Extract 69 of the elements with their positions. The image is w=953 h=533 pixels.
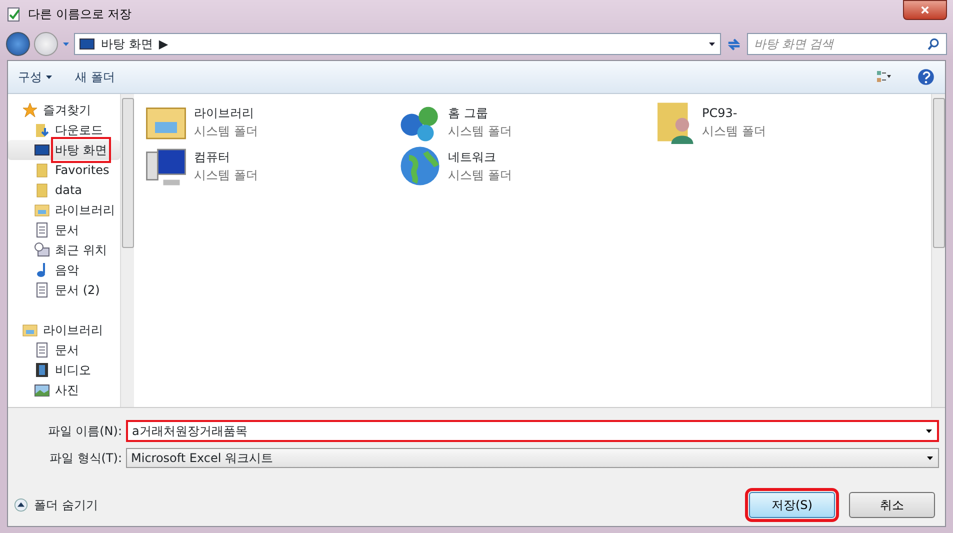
sidebar-item[interactable]: Favorites: [8, 160, 120, 180]
search-placeholder: 바탕 화면 검색: [754, 36, 834, 53]
forward-button[interactable]: [34, 32, 58, 56]
sidebar-item[interactable]: 최근 위치: [8, 240, 120, 260]
filename-field[interactable]: a거래처원장거래품목: [126, 420, 939, 442]
sidebar-item[interactable]: 비디오: [8, 360, 120, 380]
sidebar-item[interactable]: 라이브러리: [8, 320, 120, 340]
sidebar-item[interactable]: 라이브러리: [8, 200, 120, 220]
sidebar-item[interactable]: 사진: [8, 380, 120, 400]
save-document-icon: [6, 6, 22, 22]
search-field[interactable]: 바탕 화면 검색: [747, 33, 947, 55]
breadcrumb-item[interactable]: 바탕 화면: [101, 35, 153, 53]
filetype-dropdown[interactable]: Microsoft Excel 워크시트: [126, 448, 939, 468]
file-name[interactable]: PC93-: [702, 104, 766, 122]
field-label: 파일 이름(N):: [46, 423, 123, 440]
picture-icon: [34, 382, 50, 398]
monitor-icon: [79, 36, 95, 52]
recent-places-icon: [34, 242, 50, 258]
file-type: 시스템 폴더: [194, 123, 258, 140]
library-folder-icon: [34, 202, 50, 218]
back-button[interactable]: [6, 32, 30, 56]
folder-download-icon: [34, 122, 50, 138]
file-name[interactable]: 컴퓨터: [194, 148, 258, 166]
document-icon: [34, 222, 50, 238]
file-type: 시스템 폴더: [194, 167, 258, 184]
file-type: 시스템 폴더: [702, 123, 766, 140]
search-icon: [927, 38, 940, 50]
sidebar-item[interactable]: 문서 (2): [8, 280, 120, 300]
dropdown-arrow-icon: [708, 40, 716, 48]
dropdown-arrow-icon: [925, 427, 933, 435]
sidebar-item[interactable]: 다운로드: [8, 120, 120, 140]
document-icon: [34, 342, 50, 358]
field-label: 파일 형식(T):: [48, 450, 123, 467]
file-type: 시스템 폴더: [448, 123, 512, 140]
breadcrumb-separator[interactable]: ▶: [158, 35, 168, 53]
dropdown-arrow-icon: [62, 40, 70, 48]
scrollbar[interactable]: [120, 94, 134, 407]
star-icon: [22, 102, 38, 118]
library-folder-icon: [22, 322, 38, 338]
scrollbar-thumb[interactable]: [932, 98, 944, 248]
folder-icon: [34, 162, 50, 178]
window-title: 다른 이름으로 저장: [28, 6, 132, 23]
folder-icon: [34, 182, 50, 198]
document-icon: [34, 282, 50, 298]
dialog-button[interactable]: 취소: [849, 492, 935, 518]
sidebar-item[interactable]: 즐겨찾기: [8, 100, 120, 120]
close-button[interactable]: [903, 0, 947, 20]
sidebar-item[interactable]: 문서: [8, 340, 120, 360]
dropdown-arrow-icon: [926, 454, 934, 462]
sidebar-item[interactable]: data: [8, 180, 120, 200]
file-name[interactable]: 네트워크: [448, 148, 512, 166]
toolbar-button[interactable]: 새 폴더: [75, 68, 115, 86]
monitor-icon: [34, 142, 50, 158]
sidebar-item[interactable]: 음악: [8, 260, 120, 280]
file-name[interactable]: 홈 그룹: [448, 104, 512, 122]
sidebar-item[interactable]: 바탕 화면: [8, 140, 120, 160]
hide-folders-toggle[interactable]: 폴더 숨기기: [14, 496, 98, 514]
globe-icon: [398, 144, 442, 188]
address-field[interactable]: 바탕 화면 ▶: [74, 33, 721, 55]
file-name[interactable]: 라이브러리: [194, 104, 258, 122]
caret-icon: [45, 73, 53, 81]
scrollbar-thumb[interactable]: [122, 98, 134, 248]
file-type: 시스템 폴더: [448, 167, 512, 184]
film-icon: [34, 362, 50, 378]
close-icon: [920, 5, 930, 15]
toolbar-button[interactable]: 구성: [18, 68, 53, 86]
help-icon: [917, 68, 935, 86]
scrollbar[interactable]: [931, 94, 945, 407]
sidebar-item[interactable]: 문서: [8, 220, 120, 240]
